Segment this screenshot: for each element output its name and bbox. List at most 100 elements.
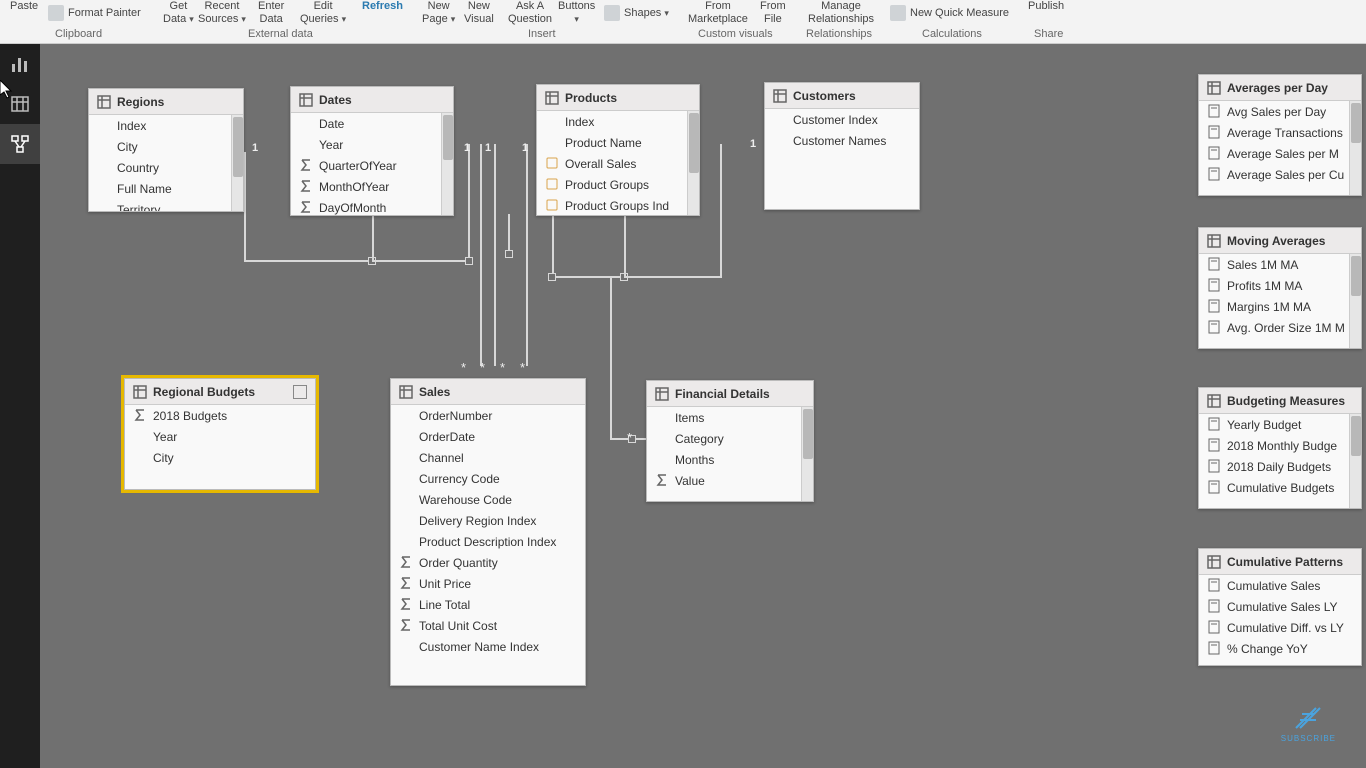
field-item[interactable]: Year xyxy=(291,134,453,155)
field-item[interactable]: DayOfMonth xyxy=(291,197,453,215)
scrollbar[interactable] xyxy=(1349,414,1361,508)
field-item[interactable]: Avg. Order Size 1M M xyxy=(1199,317,1361,338)
model-canvas[interactable]: 1 1 1 1 1 * * * * * Regions Index City C… xyxy=(40,44,1366,768)
table-header[interactable]: Moving Averages xyxy=(1199,228,1361,254)
field-item[interactable]: Customer Index xyxy=(765,109,919,130)
field-item[interactable]: Customer Name Index xyxy=(391,636,585,657)
get-data-button[interactable]: GetData ▾ xyxy=(163,0,194,26)
format-painter-button[interactable]: Format Painter xyxy=(48,5,141,21)
table-customers[interactable]: Customers Customer Index Customer Names xyxy=(764,82,920,210)
field-item[interactable]: Avg Sales per Day xyxy=(1199,101,1361,122)
field-item[interactable]: Overall Sales xyxy=(537,153,699,174)
new-quick-measure-button[interactable]: New Quick Measure xyxy=(890,5,1009,21)
field-item[interactable]: OrderDate xyxy=(391,426,585,447)
table-financial-details[interactable]: Financial Details Items Category Months … xyxy=(646,380,814,502)
field-item[interactable]: Line Total xyxy=(391,594,585,615)
field-item[interactable]: Full Name xyxy=(89,178,243,199)
field-item[interactable]: Warehouse Code xyxy=(391,489,585,510)
table-header[interactable]: Cumulative Patterns xyxy=(1199,549,1361,575)
buttons-button[interactable]: Buttons▾ xyxy=(558,0,595,26)
table-header[interactable]: Customers xyxy=(765,83,919,109)
enter-data-button[interactable]: EnterData xyxy=(258,0,284,26)
table-header[interactable]: Financial Details xyxy=(647,381,813,407)
table-cumulative-patterns[interactable]: Cumulative Patterns Cumulative Sales Cum… xyxy=(1198,548,1362,666)
field-item[interactable]: Date xyxy=(291,113,453,134)
field-item[interactable]: Product Groups xyxy=(537,174,699,195)
from-marketplace-button[interactable]: FromMarketplace xyxy=(688,0,748,26)
field-item[interactable]: Territory xyxy=(89,199,243,211)
shapes-button[interactable]: Shapes ▾ xyxy=(604,5,669,21)
table-regional-budgets[interactable]: Regional Budgets 2018 Budgets Year City xyxy=(124,378,316,490)
field-item[interactable]: Year xyxy=(125,426,315,447)
field-item[interactable]: Currency Code xyxy=(391,468,585,489)
field-item[interactable]: Margins 1M MA xyxy=(1199,296,1361,317)
table-header[interactable]: Regions xyxy=(89,89,243,115)
paste-button[interactable]: Paste xyxy=(10,0,38,13)
scrollbar[interactable] xyxy=(1349,101,1361,195)
field-item[interactable]: Unit Price xyxy=(391,573,585,594)
field-item[interactable]: Cumulative Diff. vs LY xyxy=(1199,617,1361,638)
field-item[interactable]: 2018 Daily Budgets xyxy=(1199,456,1361,477)
field-item[interactable]: 2018 Monthly Budge xyxy=(1199,435,1361,456)
table-products[interactable]: Products Index Product Name Overall Sale… xyxy=(536,84,700,216)
field-item[interactable]: Items xyxy=(647,407,813,428)
scrollbar[interactable] xyxy=(441,113,453,215)
field-item[interactable]: Months xyxy=(647,449,813,470)
field-item[interactable]: Yearly Budget xyxy=(1199,414,1361,435)
field-item[interactable]: Cumulative Sales xyxy=(1199,575,1361,596)
field-item[interactable]: Index xyxy=(537,111,699,132)
report-view-button[interactable] xyxy=(0,44,40,84)
scrollbar[interactable] xyxy=(687,111,699,215)
field-item[interactable]: City xyxy=(125,447,315,468)
field-item[interactable]: Product Name xyxy=(537,132,699,153)
field-item[interactable]: Product Groups Ind xyxy=(537,195,699,215)
field-item[interactable]: Order Quantity xyxy=(391,552,585,573)
table-header[interactable]: Averages per Day xyxy=(1199,75,1361,101)
table-averages-per-day[interactable]: Averages per Day Avg Sales per Day Avera… xyxy=(1198,74,1362,196)
table-regions[interactable]: Regions Index City Country Full Name Ter… xyxy=(88,88,244,212)
field-item[interactable]: Cumulative Budgets xyxy=(1199,477,1361,498)
field-item[interactable]: Profits 1M MA xyxy=(1199,275,1361,296)
table-moving-averages[interactable]: Moving Averages Sales 1M MA Profits 1M M… xyxy=(1198,227,1362,349)
field-item[interactable]: Value xyxy=(647,470,813,491)
field-item[interactable]: Customer Names xyxy=(765,130,919,151)
table-budgeting-measures[interactable]: Budgeting Measures Yearly Budget 2018 Mo… xyxy=(1198,387,1362,509)
new-visual-button[interactable]: NewVisual xyxy=(464,0,494,26)
refresh-button[interactable]: Refresh xyxy=(362,0,403,13)
new-page-button[interactable]: NewPage ▾ xyxy=(422,0,455,26)
table-header[interactable]: Dates xyxy=(291,87,453,113)
recent-sources-button[interactable]: RecentSources ▾ xyxy=(198,0,246,26)
field-item[interactable]: Index xyxy=(89,115,243,136)
scrollbar[interactable] xyxy=(1349,254,1361,348)
field-item[interactable]: Average Transactions xyxy=(1199,122,1361,143)
scrollbar[interactable] xyxy=(231,115,243,211)
table-dates[interactable]: Dates Date Year QuarterOfYear MonthOfYea… xyxy=(290,86,454,216)
field-item[interactable]: % Change YoY xyxy=(1199,638,1361,659)
field-item[interactable]: Average Sales per Cu xyxy=(1199,164,1361,185)
scrollbar[interactable] xyxy=(801,407,813,501)
field-item[interactable]: City xyxy=(89,136,243,157)
field-item[interactable]: Delivery Region Index xyxy=(391,510,585,531)
table-header[interactable]: Products xyxy=(537,85,699,111)
table-header[interactable]: Budgeting Measures xyxy=(1199,388,1361,414)
edit-queries-button[interactable]: EditQueries ▾ xyxy=(300,0,346,26)
field-item[interactable]: QuarterOfYear xyxy=(291,155,453,176)
field-item[interactable]: OrderNumber xyxy=(391,405,585,426)
expand-icon[interactable] xyxy=(293,385,307,399)
model-view-button[interactable] xyxy=(0,124,40,164)
field-item[interactable]: Total Unit Cost xyxy=(391,615,585,636)
table-header[interactable]: Sales xyxy=(391,379,585,405)
field-item[interactable]: Country xyxy=(89,157,243,178)
field-item[interactable]: Sales 1M MA xyxy=(1199,254,1361,275)
table-header[interactable]: Regional Budgets xyxy=(125,379,315,405)
field-item[interactable]: Product Description Index xyxy=(391,531,585,552)
field-item[interactable]: Average Sales per M xyxy=(1199,143,1361,164)
from-file-button[interactable]: FromFile xyxy=(760,0,786,26)
field-item[interactable]: Cumulative Sales LY xyxy=(1199,596,1361,617)
field-item[interactable]: Channel xyxy=(391,447,585,468)
manage-relationships-button[interactable]: ManageRelationships xyxy=(808,0,874,26)
table-sales[interactable]: Sales OrderNumber OrderDate Channel Curr… xyxy=(390,378,586,686)
field-item[interactable]: Category xyxy=(647,428,813,449)
ask-question-button[interactable]: Ask AQuestion xyxy=(508,0,552,26)
field-item[interactable]: MonthOfYear xyxy=(291,176,453,197)
